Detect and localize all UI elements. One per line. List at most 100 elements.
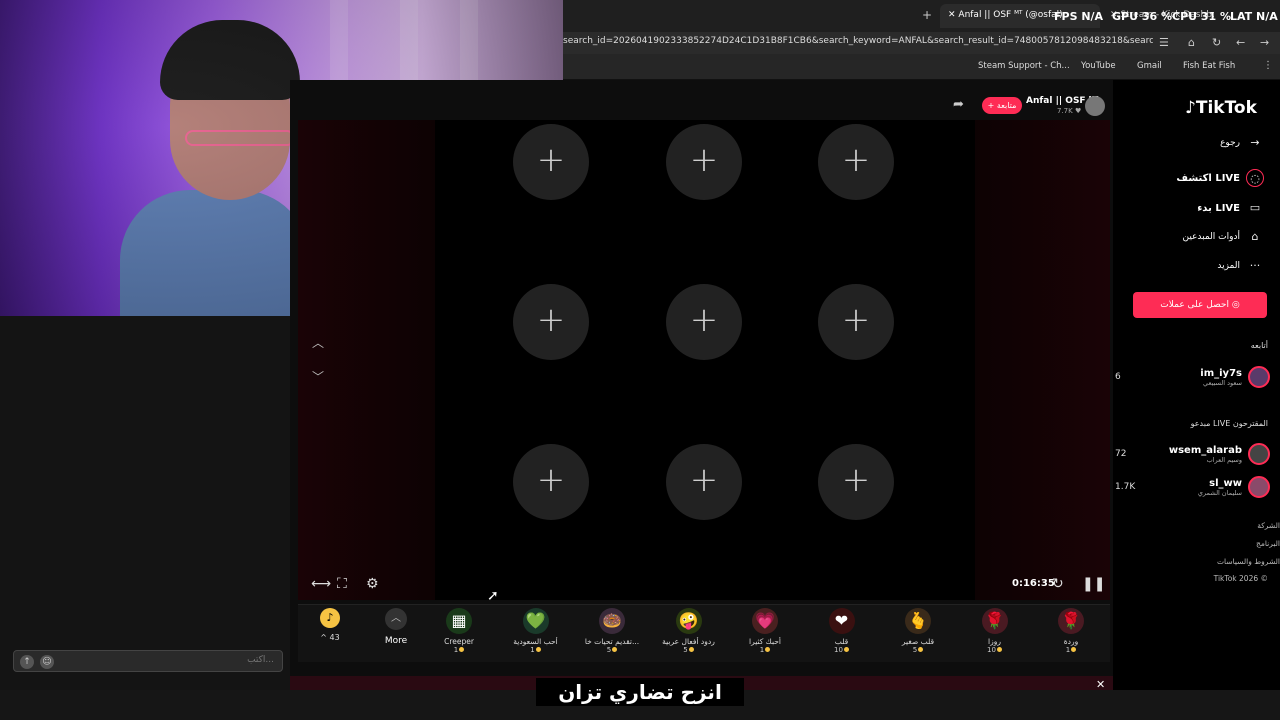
coin-icon (918, 647, 924, 652)
join-slot-plus-icon[interactable]: + (513, 444, 589, 520)
tune-icon[interactable]: ☰ (1159, 36, 1169, 49)
coin-icon (535, 647, 541, 652)
avatar (1248, 476, 1270, 498)
streamer-avatar[interactable] (1085, 96, 1105, 116)
bookmark-youtube[interactable]: YouTube (1081, 61, 1116, 71)
theater-mode-icon[interactable]: ⟷ (311, 576, 331, 592)
footer-terms[interactable]: الشروط والسياسات (1217, 557, 1280, 566)
chat-input[interactable] (94, 655, 274, 665)
gift-icon: 🫰 (905, 608, 931, 634)
gift-icon: 🌹 (1058, 608, 1084, 634)
avatar (1248, 366, 1270, 388)
suggested-account[interactable]: 72 wsem_alarab وسيم العراب (1115, 443, 1270, 465)
bookmark-steam[interactable]: Steam Support - Ch... (978, 61, 1070, 71)
gift-name: ردود أفعال عربية (662, 637, 715, 646)
back-icon[interactable]: → (1260, 36, 1269, 49)
share-icon[interactable]: ➦ (953, 97, 964, 112)
next-stream-icon[interactable]: ﹀ (312, 368, 324, 385)
get-coins-button[interactable]: احصل على عملات ◎ (1133, 292, 1267, 318)
more-label: More (384, 636, 408, 646)
fps-stat: FPS N/A (1054, 10, 1104, 23)
nav-back[interactable]: رجوع → (1220, 134, 1264, 152)
settings-icon[interactable]: ⚙ (366, 576, 379, 592)
gift-price: 1 (735, 646, 795, 654)
bookmark-fish[interactable]: Fish Eat Fish (1183, 61, 1235, 71)
house-icon: ⌂ (1251, 230, 1259, 243)
gift-price: 1 (429, 646, 489, 654)
join-slot-plus-icon[interactable]: + (513, 124, 589, 200)
coin-count: 43 (329, 633, 340, 642)
coin-icon (1071, 647, 1077, 652)
gift-item[interactable]: ▦ Creeper 1 (429, 608, 489, 654)
gift-price: 5 (888, 646, 948, 654)
gift-price: 10 (965, 646, 1025, 654)
fullscreen-icon[interactable]: ⛶ (337, 576, 347, 592)
nav-more[interactable]: المزيد ··· (1217, 257, 1264, 275)
gift-item[interactable]: 🫰 قلب صغير 5 (888, 608, 948, 654)
nav-start-live[interactable]: بدء LIVE ▭ (1197, 199, 1264, 217)
join-slot-plus-icon[interactable]: + (513, 284, 589, 360)
more-gifts-button[interactable]: ︿ More (372, 608, 420, 656)
join-slot-plus-icon[interactable]: + (666, 284, 742, 360)
gift-item[interactable]: 🌹 روزا 10 (965, 608, 1025, 654)
gift-price: 5 (659, 646, 719, 654)
gift-icon: 🌹 (981, 608, 1008, 634)
send-icon[interactable]: ↑ (20, 655, 34, 669)
refresh-icon[interactable]: ↻ (1052, 576, 1064, 592)
tab-close-icon[interactable]: ✕ (948, 10, 958, 20)
chevron-up-icon: ︿ (385, 608, 407, 630)
cpu-stat: CPU 31 % (1172, 10, 1232, 23)
following-title: أتابعه (1250, 341, 1268, 350)
gift-name: قلب صغير (901, 637, 935, 646)
nav-explore-live[interactable]: اكتشف LIVE ◌ (1176, 169, 1264, 187)
coin-icon: ◎ (1231, 300, 1240, 310)
join-slot-plus-icon[interactable]: + (818, 444, 894, 520)
join-slot-plus-icon[interactable]: + (666, 444, 742, 520)
suggested-account[interactable]: 1.7K sl_ww سليمان الشمري (1115, 476, 1270, 498)
caption-overlay: انزح تضاري تزان (536, 678, 744, 706)
compass-icon: ◌ (1246, 169, 1264, 187)
lat-stat: LAT N/A (1230, 10, 1278, 23)
arrow-right-icon: → (1250, 136, 1260, 149)
gift-item[interactable]: 💗 أحبك كثيرا 1 (735, 608, 795, 654)
expand-icon: ^ (320, 633, 330, 642)
gift-price: 5 (582, 646, 642, 654)
tiktok-logo[interactable]: ♪TikTok (1185, 98, 1257, 118)
stage-right-panel (975, 120, 1110, 600)
tiktok-note-icon: ♪ (1185, 98, 1196, 118)
emoji-icon[interactable]: ☺ (40, 655, 54, 669)
bookmark-gmail[interactable]: Gmail (1137, 61, 1162, 71)
gift-name: أحب السعودية (513, 637, 558, 646)
prev-stream-icon[interactable]: ︿ (312, 334, 324, 351)
coin-balance[interactable]: ♪ ^ 43 (310, 608, 350, 642)
gift-item[interactable]: 🌹 وردة 1 (1041, 608, 1101, 654)
new-tab-button[interactable]: + (922, 8, 932, 22)
gift-name: روزا (988, 637, 1001, 646)
gift-item[interactable]: ❤ قلب 10 (812, 608, 872, 654)
following-account[interactable]: 6 im_iy7s سعود السبيعي (1115, 366, 1270, 388)
ellipsis-icon: ··· (1249, 259, 1261, 272)
bookmarks-bar (563, 54, 1280, 80)
follow-button[interactable]: + متابعة (982, 97, 1022, 114)
reload-icon[interactable]: ↻ (1212, 36, 1221, 49)
footer-company[interactable]: الشركة (1257, 521, 1280, 530)
home-icon[interactable]: ⌂ (1188, 36, 1195, 49)
gift-price: 1 (1041, 646, 1101, 654)
footer-program[interactable]: البرنامج (1256, 539, 1280, 548)
gift-item[interactable]: 💚 أحب السعودية 1 (506, 608, 566, 654)
pause-icon[interactable]: ❚❚ (1082, 576, 1105, 592)
gift-item[interactable]: 🤪 ردود أفعال عربية 5 (659, 608, 719, 654)
bookmarks-more-icon[interactable]: ⋮ (1263, 60, 1273, 71)
join-slot-plus-icon[interactable]: + (818, 284, 894, 360)
join-slot-plus-icon[interactable]: + (666, 124, 742, 200)
gift-name: تقديم تحيات خا... (584, 637, 640, 646)
coin-icon (459, 647, 465, 652)
url-text[interactable]: search_id=2026041902333852274D24C1D31B8F… (563, 36, 1153, 46)
gift-price: 10 (812, 646, 872, 654)
gift-name: وردة (1063, 637, 1079, 646)
nav-creator-tools[interactable]: أدوات المبدعين ⌂ (1182, 228, 1264, 246)
forward-icon[interactable]: ← (1236, 36, 1245, 49)
join-slot-plus-icon[interactable]: + (818, 124, 894, 200)
gift-item[interactable]: 🍩 تقديم تحيات خا... 5 (582, 608, 642, 654)
gift-icon: 💗 (752, 608, 778, 634)
